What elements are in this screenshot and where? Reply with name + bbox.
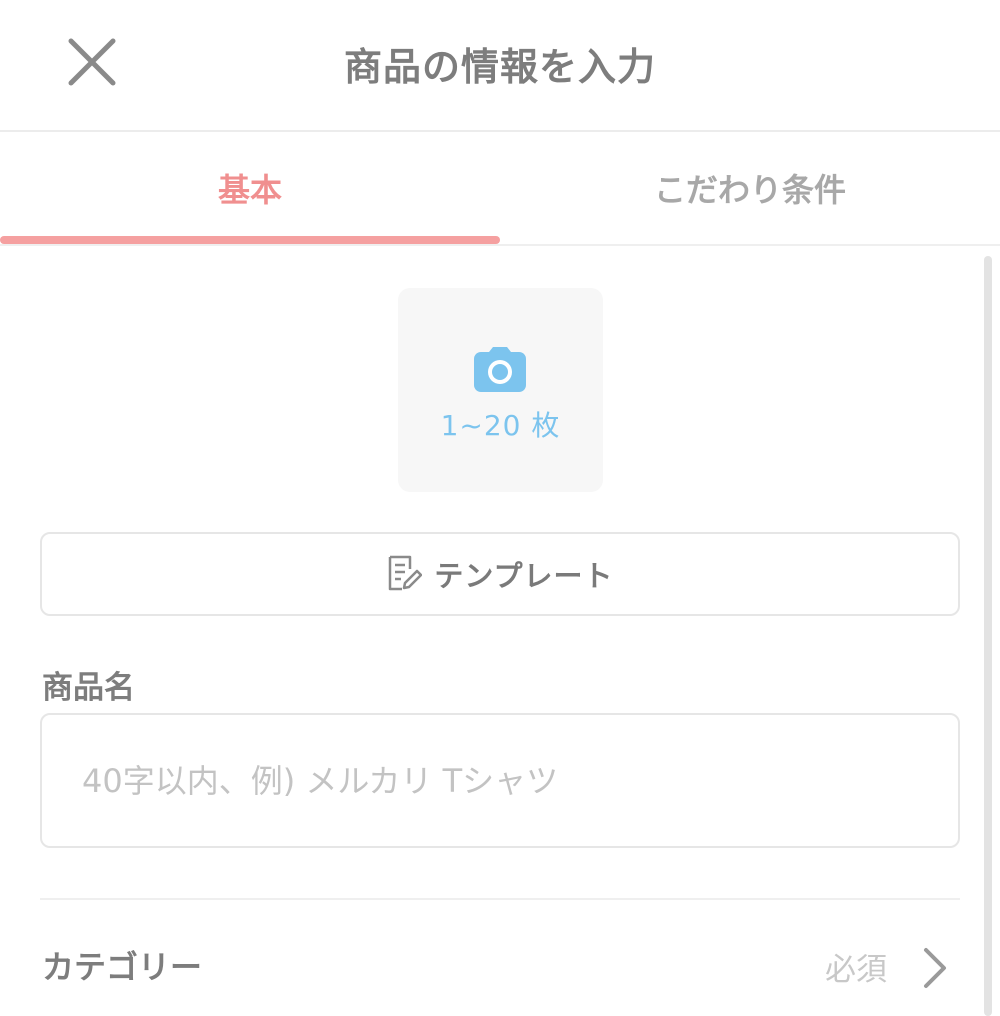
tab-preferences[interactable]: こだわり条件: [500, 132, 1000, 244]
add-photo-button[interactable]: 1~20 枚: [398, 288, 603, 492]
tab-basic[interactable]: 基本: [0, 132, 500, 244]
template-button[interactable]: テンプレート: [40, 532, 960, 616]
active-tab-indicator: [0, 236, 500, 244]
product-name-input[interactable]: [40, 713, 960, 848]
category-label: カテゴリー: [42, 948, 203, 986]
header: 商品の情報を入力: [0, 0, 1000, 132]
divider: [40, 898, 960, 900]
photo-count-label: 1~20 枚: [440, 409, 561, 442]
template-button-label: テンプレート: [434, 559, 614, 593]
camera-icon: [474, 347, 526, 392]
category-row[interactable]: カテゴリー 必須: [0, 920, 1000, 1000]
product-name-label: 商品名: [42, 670, 135, 706]
template-icon: [389, 555, 423, 591]
chevron-right-icon: [924, 948, 946, 988]
page-title: 商品の情報を入力: [343, 45, 656, 89]
scrollbar[interactable]: [984, 256, 992, 1016]
tab-bar: 基本 こだわり条件: [0, 132, 1000, 246]
required-badge: 必須: [825, 952, 887, 988]
